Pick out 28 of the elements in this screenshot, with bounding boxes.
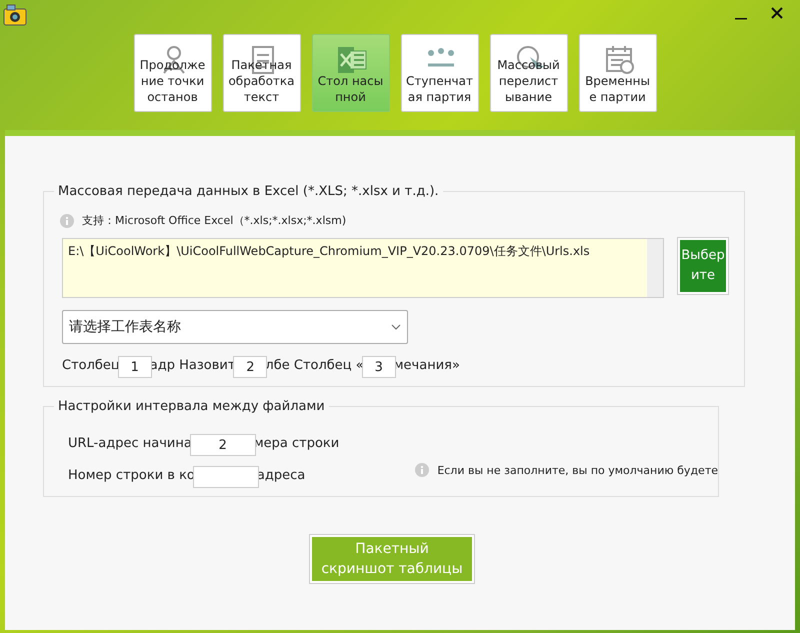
info-icon [415,463,430,477]
section-title: Настройки интервала между файлами [57,399,326,414]
input-field[interactable]: 2 [233,356,268,378]
toolbar-button[interactable]: Ступенчатая партия [400,34,478,112]
input-field[interactable]: 2 [190,434,256,456]
toolbar-button[interactable]: Временные партии [578,34,656,112]
input-field[interactable]: 3 [362,356,396,378]
field-label: мечания» [394,358,460,372]
field-label: Столбец [62,358,120,372]
toolbar-button[interactable]: Пакетная обработка текст [222,34,300,112]
section-title: Массовая передача данных в Excel (*.XLS; *.xlsx и т.д.). [57,184,440,199]
choose-button[interactable]: Выберите [678,238,728,294]
input-field[interactable]: 1 [118,356,152,378]
camera-icon [3,4,27,26]
field-label: URL-адрес начина [68,436,192,450]
close-icon [770,6,784,20]
minimize-icon [735,18,747,20]
info-icon [60,214,74,228]
file-path-field[interactable]: E:\【UiCoolWork】\UiCoolFullWebCapture_Chromium_VIP_V20.23.0709\任务文件\Urls.xls [62,238,664,298]
toolbar-button[interactable]: Продолжение точки останов [134,34,212,112]
chevron-down-icon [391,324,401,330]
support-note: 支持：Microsoft Office Excel（*.xls;*.xlsx;*.xlsm) [82,213,346,228]
toolbar-button[interactable]: Стол насыпной [312,34,390,112]
field-label: адреса [256,468,306,482]
sheet-dropdown[interactable]: 请选择工作表名称 [62,310,408,344]
hint-text: Если вы не заполните, вы по умолчанию будете [437,464,718,476]
input-field[interactable] [192,466,259,488]
toolbar-button[interactable]: Массовый перелистывание [490,34,568,112]
